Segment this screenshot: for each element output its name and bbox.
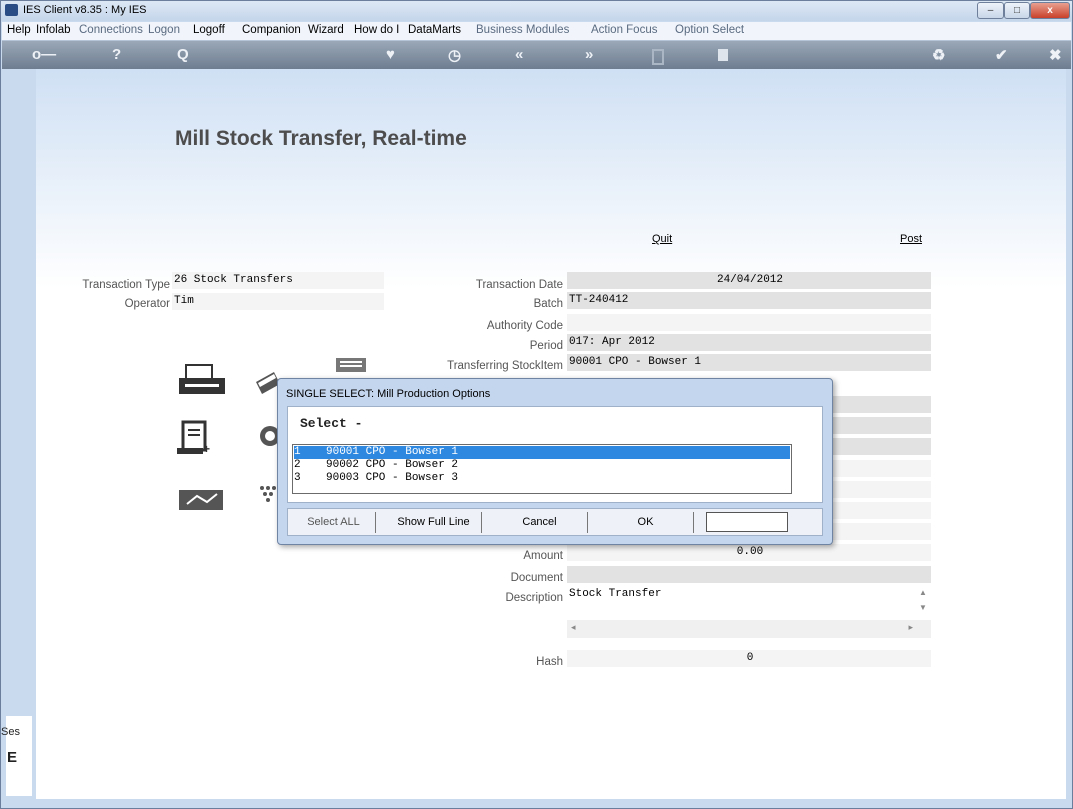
menu-logon[interactable]: Logon (148, 24, 180, 36)
period-field[interactable]: 017: Apr 2012 (567, 334, 931, 351)
scroll-down-icon[interactable]: ▼ (919, 603, 927, 612)
select-heading: Select - (300, 416, 363, 431)
title-bar: IES Client v8.35 : My IES – □ x (1, 1, 1072, 21)
key-icon[interactable]: o— (32, 46, 56, 63)
transaction-type-field[interactable]: 26 Stock Transfers (172, 272, 384, 289)
svg-text:+: + (203, 442, 210, 456)
option-text: 90002 CPO - Bowser 2 (326, 459, 459, 471)
option-item[interactable]: 3 90003 CPO - Bowser 3 (294, 472, 790, 485)
show-full-line-button[interactable]: Show Full Line (386, 512, 482, 533)
operator-field[interactable]: Tim (172, 293, 384, 310)
back-icon[interactable]: « (515, 46, 523, 63)
recycle-icon[interactable]: ♻ (932, 46, 945, 64)
clock-icon[interactable]: ◷ (448, 46, 461, 64)
dialog-title: SINGLE SELECT: Mill Production Options (286, 388, 491, 400)
scroll-up-icon[interactable]: ▲ (919, 588, 927, 597)
operator-label: Operator (124, 298, 170, 310)
session-label: Ses (1, 726, 20, 738)
page-title: Mill Stock Transfer, Real-time (175, 127, 467, 150)
search-icon[interactable]: Q (177, 46, 189, 63)
transaction-date-label: Transaction Date (475, 279, 563, 291)
toolbar: o— ? Q ♥ ◷ « » ♻ ✔ ✖ (2, 41, 1071, 69)
authority-code-field[interactable] (567, 314, 931, 331)
columns-icon[interactable] (652, 49, 664, 65)
menu-infolab[interactable]: Infolab (36, 24, 71, 36)
transferring-stockitem-label: Transferring StockItem (447, 360, 563, 372)
transferring-stockitem-field[interactable]: 90001 CPO - Bowser 1 (567, 354, 931, 371)
transaction-type-label: Transaction Type (82, 279, 170, 291)
quit-link[interactable]: Quit (652, 233, 672, 245)
session-panel: Ses E (1, 716, 32, 796)
option-item[interactable]: 1 90001 CPO - Bowser 1 (294, 446, 790, 459)
select-all-button[interactable]: Select ALL (292, 512, 376, 533)
document-label: Document (510, 572, 563, 584)
ok-button[interactable]: OK (598, 512, 694, 533)
minimize-button[interactable]: – (977, 2, 1004, 19)
window-title: IES Client v8.35 : My IES (23, 4, 147, 16)
description-label: Description (505, 592, 563, 604)
menu-wizard[interactable]: Wizard (308, 24, 344, 36)
option-item[interactable]: 2 90002 CPO - Bowser 2 (294, 459, 790, 472)
heart-icon[interactable]: ♥ (386, 46, 395, 63)
ticket-icon[interactable] (177, 488, 225, 512)
menu-logoff[interactable]: Logoff (193, 24, 225, 36)
printer-icon[interactable] (177, 362, 227, 396)
menu-bar: Help Infolab Connections Logon Logoff Co… (2, 22, 1071, 41)
options-list[interactable]: 1 90001 CPO - Bowser 1 2 90002 CPO - Bow… (292, 444, 792, 494)
menu-how-do-i[interactable]: How do I (354, 24, 399, 36)
hash-label: Hash (536, 656, 563, 668)
option-number: 1 (294, 446, 301, 458)
scroll-left-icon[interactable]: ◂ (571, 622, 576, 633)
description-field[interactable]: Stock Transfer (567, 586, 931, 620)
option-text: 90003 CPO - Bowser 3 (326, 472, 459, 484)
post-link[interactable]: Post (900, 233, 922, 245)
scroll-right-icon[interactable]: ▸ (908, 622, 913, 633)
amount-label: Amount (523, 550, 563, 562)
option-text: 90001 CPO - Bowser 1 (326, 446, 459, 458)
option-number: 2 (294, 459, 301, 471)
period-label: Period (529, 340, 563, 352)
single-select-dialog: SINGLE SELECT: Mill Production Options S… (277, 378, 833, 545)
menu-action-focus[interactable]: Action Focus (591, 24, 657, 36)
dialog-button-bar: Select ALL Show Full Line Cancel OK (287, 508, 823, 536)
menu-connections[interactable]: Connections (79, 24, 143, 36)
hash-field[interactable]: 0 (567, 650, 931, 667)
menu-companion[interactable]: Companion (242, 24, 301, 36)
transaction-date-field[interactable]: 24/04/2012 (567, 272, 931, 289)
maximize-button[interactable]: □ (1004, 2, 1030, 19)
menu-option-select[interactable]: Option Select (675, 24, 744, 36)
help-icon[interactable]: ? (112, 46, 121, 63)
dialog-search-input[interactable] (706, 512, 788, 532)
close-icon[interactable]: ✖ (1049, 46, 1062, 64)
document-field[interactable] (567, 566, 931, 583)
cancel-button[interactable]: Cancel (492, 512, 588, 533)
page-icon[interactable] (718, 49, 728, 61)
option-number: 3 (294, 472, 301, 484)
dialog-body: Select - 1 90001 CPO - Bowser 1 2 90002 … (287, 406, 823, 503)
batch-label: Batch (533, 298, 563, 310)
app-icon (5, 4, 18, 16)
scroll-add-icon[interactable]: + (175, 420, 215, 456)
session-icon[interactable]: E (7, 749, 17, 766)
side-strip (4, 69, 34, 799)
check-icon[interactable]: ✔ (995, 46, 1008, 64)
batch-field[interactable]: TT-240412 (567, 292, 931, 309)
authority-code-label: Authority Code (486, 320, 563, 332)
description-scrollbar[interactable]: ◂ ▸ (567, 620, 931, 638)
menu-datamarts[interactable]: DataMarts (408, 24, 461, 36)
amount-field[interactable]: 0.00 (567, 544, 931, 561)
menu-help[interactable]: Help (7, 24, 31, 36)
close-window-button[interactable]: x (1030, 2, 1070, 19)
menu-business-modules[interactable]: Business Modules (476, 24, 569, 36)
register-icon[interactable] (330, 356, 370, 376)
forward-icon[interactable]: » (585, 46, 593, 63)
